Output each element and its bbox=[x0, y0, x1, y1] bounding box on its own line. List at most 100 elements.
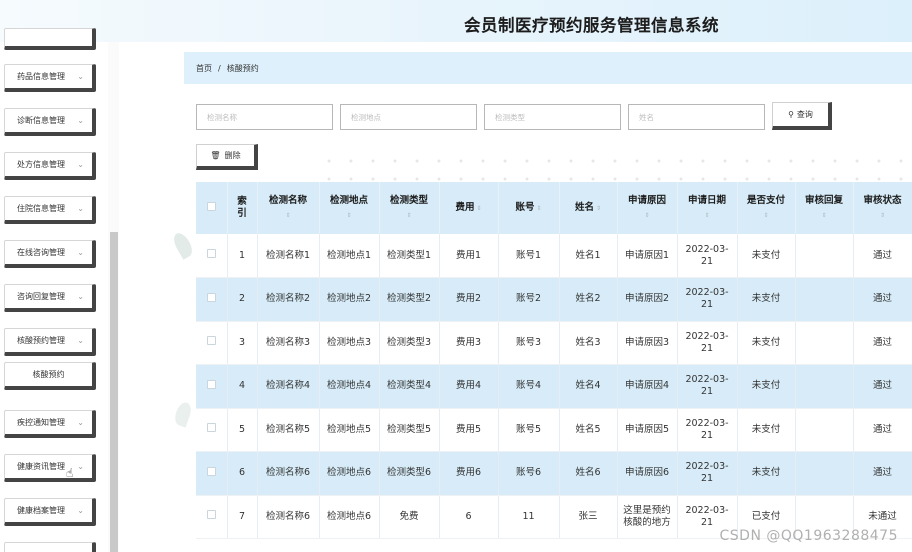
sort-icon: ⇕ bbox=[821, 211, 827, 219]
test-name-input[interactable]: 检测名称 bbox=[196, 104, 333, 130]
col-header-date[interactable]: 申请日期 ⇕ bbox=[677, 182, 738, 234]
sidebar-item-health-records[interactable]: 健康档案管理 ⌄ bbox=[4, 498, 96, 526]
breadcrumb: 首页 / 核酸预约 bbox=[184, 52, 912, 84]
cell-name: 检测名称3 bbox=[257, 321, 320, 365]
col-header-status[interactable]: 审核状态 ⇕ bbox=[853, 182, 912, 234]
sidebar-item-nucleic-booking-mgmt[interactable]: 核酸预约管理 ⌄ bbox=[4, 328, 96, 356]
col-header-label: 申请原因 bbox=[627, 194, 666, 206]
row-checkbox[interactable] bbox=[206, 423, 216, 433]
sidebar-item-label: 住院信息管理 bbox=[17, 204, 65, 213]
col-header-label: 检测名称 bbox=[268, 194, 307, 206]
row-checkbox[interactable] bbox=[206, 292, 216, 302]
sidebar-item-drug-info[interactable]: 药品信息管理 ⌄ bbox=[4, 64, 96, 92]
col-header-label: 审核状态 bbox=[863, 194, 902, 206]
col-header-name[interactable]: 检测名称 ⇕ bbox=[257, 182, 320, 234]
delete-button[interactable]: 🗑 删除 bbox=[196, 144, 258, 170]
cell-index: 4 bbox=[227, 364, 258, 409]
booking-table: 索引 检测名称 ⇕ 检测地点 ⇕ 检测类型 ⇕ 费用 ⇕ 账号 ⇕ 姓名 ⇕ 申请原因 ⇕ 申… bbox=[196, 182, 912, 552]
col-header-label: 申请日期 bbox=[687, 194, 726, 206]
row-checkbox[interactable] bbox=[206, 336, 216, 346]
sort-icon: ⇕ bbox=[285, 211, 291, 219]
cell-person: 姓名1 bbox=[559, 234, 618, 278]
sidebar-item-label: 处方信息管理 bbox=[17, 160, 65, 169]
cell-account: 账号6 bbox=[498, 451, 560, 496]
col-header-location[interactable]: 检测地点 ⇕ bbox=[319, 182, 380, 234]
chevron-down-icon: ⌄ bbox=[77, 204, 84, 213]
sidebar-item-consult-reply[interactable]: 咨询回复管理 ⌄ bbox=[4, 284, 96, 312]
table-row[interactable]: 6 检测名称6 检测地点6 检测类型6 费用6 账号6 姓名6 申请原因6 2022-03-21… bbox=[196, 451, 912, 496]
breadcrumb-home[interactable]: 首页 bbox=[196, 63, 212, 74]
row-checkbox[interactable] bbox=[206, 379, 216, 389]
cell-location: 检测地点3 bbox=[319, 321, 380, 365]
sidebar-item-partial[interactable] bbox=[4, 28, 96, 50]
cell-reply bbox=[795, 321, 854, 365]
sort-icon: ⇕ bbox=[704, 211, 710, 219]
cell-location: 检测地点6 bbox=[319, 495, 380, 539]
breadcrumb-current: 核酸预约 bbox=[226, 63, 259, 73]
cell-reason: 申请原因5 bbox=[617, 408, 678, 452]
sidebar-item-label: 疾控通知管理 bbox=[17, 418, 65, 427]
chevron-down-icon: ⌄ bbox=[77, 462, 84, 471]
sidebar-item-cdc-notice[interactable]: 疾控通知管理 ⌄ bbox=[4, 410, 96, 438]
query-button-label: 查询 bbox=[796, 110, 813, 119]
query-button[interactable]: ⚲ 查询 bbox=[772, 102, 832, 130]
cell-reply bbox=[795, 451, 854, 496]
cell-location: 检测地点4 bbox=[319, 364, 380, 409]
sidebar-item-label: 在线咨询管理 bbox=[17, 248, 65, 257]
cell-type: 检测类型6 bbox=[379, 451, 440, 496]
sidebar-item-online-consult[interactable]: 在线咨询管理 ⌄ bbox=[4, 240, 96, 268]
col-header-type[interactable]: 检测类型 ⇕ bbox=[379, 182, 440, 234]
col-header-account[interactable]: 账号 ⇕ bbox=[498, 182, 560, 234]
row-checkbox[interactable] bbox=[206, 510, 216, 520]
col-header-reason[interactable]: 申请原因 ⇕ bbox=[617, 182, 678, 234]
row-checkbox[interactable] bbox=[206, 466, 216, 476]
leaf-decoration bbox=[170, 230, 196, 260]
col-header-person[interactable]: 姓名 ⇕ bbox=[559, 182, 618, 234]
cell-status: 通过 bbox=[853, 408, 912, 452]
sidebar-item-label: 诊断信息管理 bbox=[17, 116, 65, 125]
table-row[interactable]: 1 检测名称1 检测地点1 检测类型1 费用1 账号1 姓名1 申请原因1 2022-03-21… bbox=[196, 234, 912, 278]
sidebar-item-diagnosis-info[interactable]: 诊断信息管理 ⌄ bbox=[4, 108, 96, 136]
sidebar-item-label: 健康资讯管理 bbox=[17, 462, 65, 471]
cell-location: 检测地点2 bbox=[319, 277, 380, 322]
app-title: 会员制医疗预约服务管理信息系统 bbox=[464, 16, 719, 35]
cell-index: 6 bbox=[227, 451, 258, 496]
sidebar-scrollbar-thumb[interactable] bbox=[110, 232, 118, 552]
cell-status: 通过 bbox=[853, 321, 912, 365]
sidebar-item-partial[interactable] bbox=[4, 542, 96, 552]
cell-type: 检测类型4 bbox=[379, 364, 440, 409]
table-row[interactable]: 2 检测名称2 检测地点2 检测类型2 费用2 账号2 姓名2 申请原因2 2022-03-21… bbox=[196, 277, 912, 322]
cell-account: 账号4 bbox=[498, 364, 560, 409]
cell-paid: 未支付 bbox=[737, 234, 796, 278]
sort-icon: ⇕ bbox=[476, 204, 482, 212]
cell-account: 账号1 bbox=[498, 234, 560, 278]
cell-person: 姓名6 bbox=[559, 451, 618, 496]
sidebar-item-prescription-info[interactable]: 处方信息管理 ⌄ bbox=[4, 152, 96, 180]
col-header-label: 是否支付 bbox=[746, 194, 785, 206]
cell-account: 账号2 bbox=[498, 277, 560, 322]
table-row[interactable]: 4 检测名称4 检测地点4 检测类型4 费用4 账号4 姓名4 申请原因4 2022-03-21… bbox=[196, 364, 912, 409]
table-row[interactable]: 5 检测名称5 检测地点5 检测类型5 费用5 账号5 姓名5 申请原因5 2022-03-21… bbox=[196, 408, 912, 452]
person-name-input[interactable]: 姓名 bbox=[628, 104, 765, 130]
table-row[interactable]: 3 检测名称3 检测地点3 检测类型3 费用3 账号3 姓名3 申请原因3 2022-03-21… bbox=[196, 321, 912, 365]
sidebar-subitem-label: 核酸预约 bbox=[32, 370, 65, 379]
test-type-input[interactable]: 检测类型 bbox=[484, 104, 621, 130]
watermark-text: CSDN @QQ1963288475 bbox=[719, 528, 898, 544]
row-select-cell bbox=[196, 234, 228, 278]
cell-fee: 6 bbox=[439, 495, 499, 539]
trash-icon: 🗑 bbox=[210, 151, 221, 160]
sidebar-item-inpatient-info[interactable]: 住院信息管理 ⌄ bbox=[4, 196, 96, 224]
col-header-fee[interactable]: 费用 ⇕ bbox=[439, 182, 499, 234]
select-all-checkbox[interactable] bbox=[206, 201, 216, 211]
chevron-down-icon: ⌄ bbox=[77, 72, 84, 81]
cell-type: 检测类型1 bbox=[379, 234, 440, 278]
test-location-input[interactable]: 检测地点 bbox=[340, 104, 477, 130]
sidebar-subitem-nucleic-booking[interactable]: 核酸预约 bbox=[4, 362, 96, 390]
cell-location: 检测地点1 bbox=[319, 234, 380, 278]
row-checkbox[interactable] bbox=[206, 249, 216, 258]
col-header-paid[interactable]: 是否支付 ⇕ bbox=[737, 182, 796, 234]
row-select-cell bbox=[196, 277, 228, 322]
cell-account: 账号5 bbox=[498, 408, 560, 452]
col-header-reply[interactable]: 审核回复 ⇕ bbox=[795, 182, 854, 234]
sidebar-item-health-news[interactable]: 健康资讯管理 ⌄ bbox=[4, 454, 96, 482]
